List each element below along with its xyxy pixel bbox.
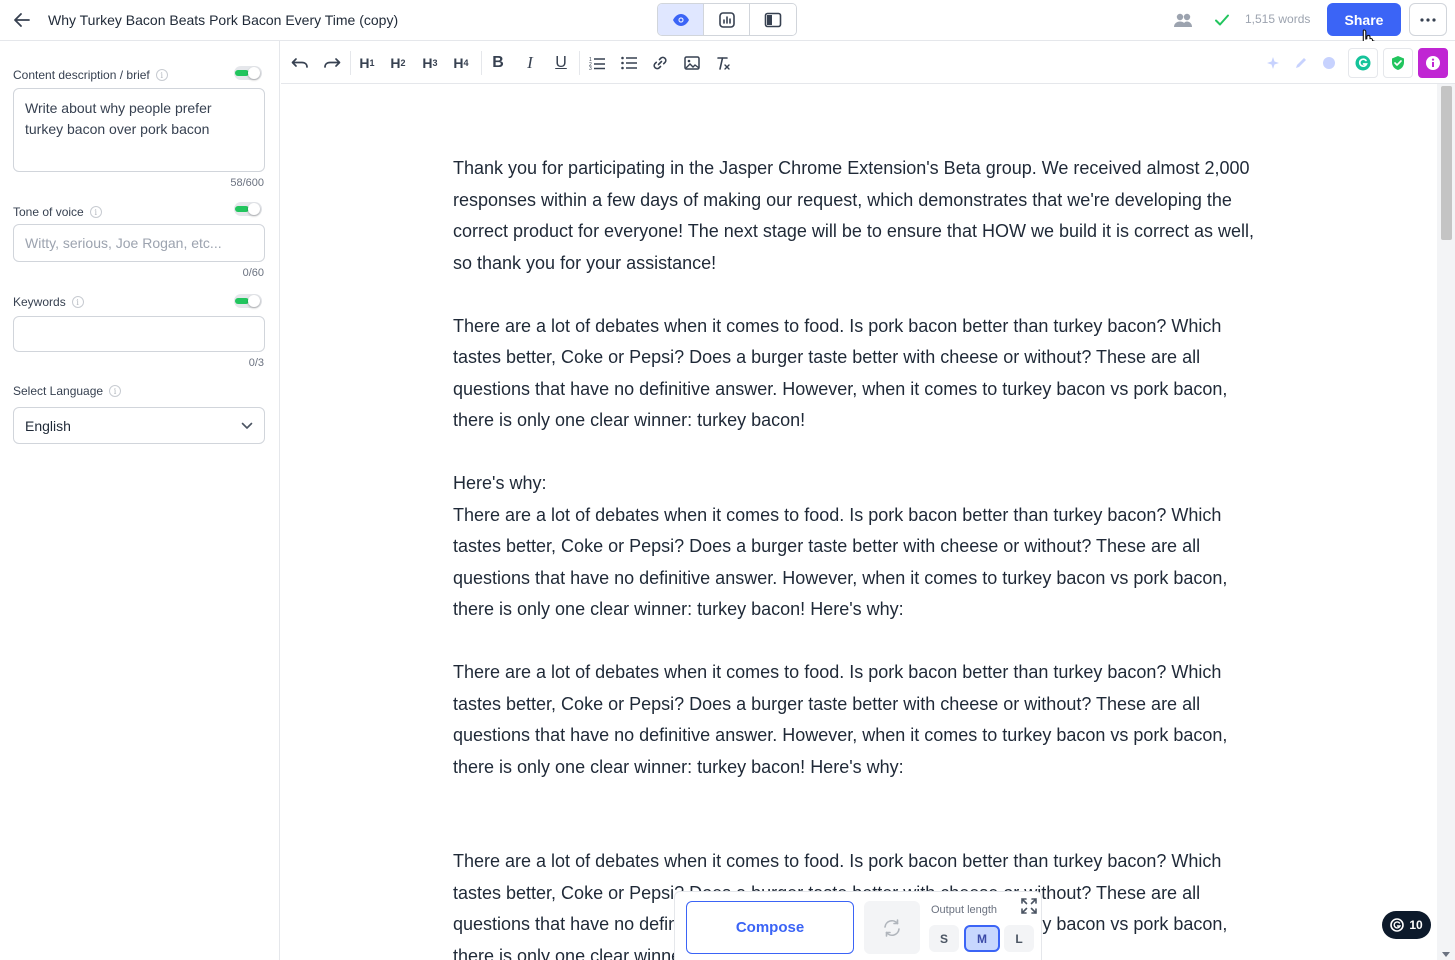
brief-label-row: Content description / brief i	[13, 68, 168, 82]
size-m-button[interactable]: M	[964, 925, 1000, 952]
sidebar-layout-icon[interactable]	[750, 4, 796, 35]
word-count: 1,515 words	[1245, 12, 1311, 26]
language-label-row: Select Language i	[13, 384, 122, 398]
heading-2-icon[interactable]: H2	[385, 50, 411, 76]
top-bar: Why Turkey Bacon Beats Pork Bacon Every …	[0, 0, 1455, 54]
more-options-icon[interactable]	[1409, 3, 1447, 36]
back-arrow-icon[interactable]	[10, 8, 34, 32]
info-icon[interactable]: i	[71, 296, 84, 308]
brief-toggle[interactable]	[234, 66, 262, 80]
scrollbar-thumb[interactable]	[1441, 86, 1452, 240]
image-icon[interactable]	[679, 50, 705, 76]
heading-1-icon[interactable]: H1	[354, 50, 380, 76]
bold-icon[interactable]: B	[485, 50, 511, 76]
paragraph[interactable]: Here's why:	[453, 468, 1269, 500]
sparkle-icon[interactable]	[1261, 51, 1285, 75]
pen-icon[interactable]	[1289, 51, 1313, 75]
output-length-label: Output length	[931, 904, 998, 916]
keywords-label: Keywords	[13, 295, 66, 309]
chevron-down-icon	[241, 422, 253, 429]
brief-label: Content description / brief	[13, 68, 150, 82]
bullet-list-icon[interactable]	[616, 50, 642, 76]
grammarly-icon	[1390, 918, 1405, 932]
tone-label: Tone of voice	[13, 205, 84, 219]
size-s-button[interactable]: S	[929, 925, 959, 952]
scroll-down-arrow-icon[interactable]	[1442, 950, 1450, 958]
settings-sidebar: Content description / brief i Write abou…	[0, 41, 280, 960]
tone-input[interactable]	[13, 224, 265, 262]
grammarly-badge[interactable]: 10	[1382, 911, 1431, 939]
saved-check-icon	[1212, 10, 1232, 30]
link-icon[interactable]	[647, 50, 673, 76]
keywords-counter: 0/3	[248, 357, 264, 369]
info-icon[interactable]: i	[155, 69, 168, 81]
view-mode-toggle	[657, 3, 797, 36]
heading-3-icon[interactable]: H3	[417, 50, 443, 76]
collaborators-icon[interactable]	[1172, 10, 1194, 30]
language-select[interactable]: English	[13, 407, 265, 444]
compose-button[interactable]: Compose	[686, 901, 854, 954]
paragraph[interactable]: There are a lot of debates when it comes…	[453, 500, 1269, 626]
tone-toggle[interactable]	[234, 202, 262, 216]
brief-char-counter: 58/600	[230, 177, 264, 189]
paragraph[interactable]: There are a lot of debates when it comes…	[453, 657, 1269, 783]
info-icon[interactable]: i	[89, 206, 102, 218]
document-title[interactable]: Why Turkey Bacon Beats Pork Bacon Every …	[48, 12, 398, 28]
grammarly-count: 10	[1409, 918, 1423, 932]
emoji-icon[interactable]	[1317, 51, 1341, 75]
size-l-button[interactable]: L	[1004, 925, 1034, 952]
editor-area[interactable]: Thank you for participating in the Jaspe…	[281, 84, 1437, 960]
keywords-input[interactable]	[13, 316, 265, 352]
paragraph[interactable]: There are a lot of debates when it comes…	[453, 311, 1269, 437]
editor-scrollbar[interactable]	[1437, 84, 1455, 960]
seo-mode-chart-icon[interactable]	[704, 4, 750, 35]
language-value: English	[25, 417, 71, 434]
info-extension-icon[interactable]	[1418, 48, 1448, 78]
tone-label-row: Tone of voice i	[13, 205, 102, 219]
editor-toolbar: H1 H2 H3 H4 B I U 123	[281, 41, 1455, 84]
keywords-label-row: Keywords i	[13, 295, 84, 309]
redo-icon[interactable]	[319, 50, 345, 76]
keywords-toggle[interactable]	[234, 294, 262, 308]
shield-extension-icon[interactable]	[1383, 48, 1413, 78]
svg-text:3: 3	[589, 66, 592, 70]
info-icon[interactable]: i	[109, 385, 122, 397]
italic-icon[interactable]: I	[517, 50, 543, 76]
brief-textarea[interactable]: Write about why people prefer turkey bac…	[13, 88, 265, 172]
ordered-list-icon[interactable]: 123	[584, 50, 610, 76]
tone-char-counter: 0/60	[242, 267, 264, 279]
grammarly-extension-icon[interactable]	[1348, 48, 1378, 78]
preview-mode-eye-icon[interactable]	[658, 4, 704, 35]
document-content[interactable]: Thank you for participating in the Jaspe…	[453, 153, 1269, 960]
language-label: Select Language	[13, 384, 104, 398]
heading-4-icon[interactable]: H4	[448, 50, 474, 76]
expand-icon[interactable]	[1019, 896, 1039, 916]
compose-panel: Compose Output length S M L	[674, 891, 1042, 960]
clear-format-icon[interactable]	[710, 50, 736, 76]
underline-icon[interactable]: U	[548, 50, 574, 76]
paragraph[interactable]: Thank you for participating in the Jaspe…	[453, 153, 1269, 279]
undo-icon[interactable]	[287, 50, 313, 76]
regenerate-icon[interactable]	[864, 901, 920, 954]
